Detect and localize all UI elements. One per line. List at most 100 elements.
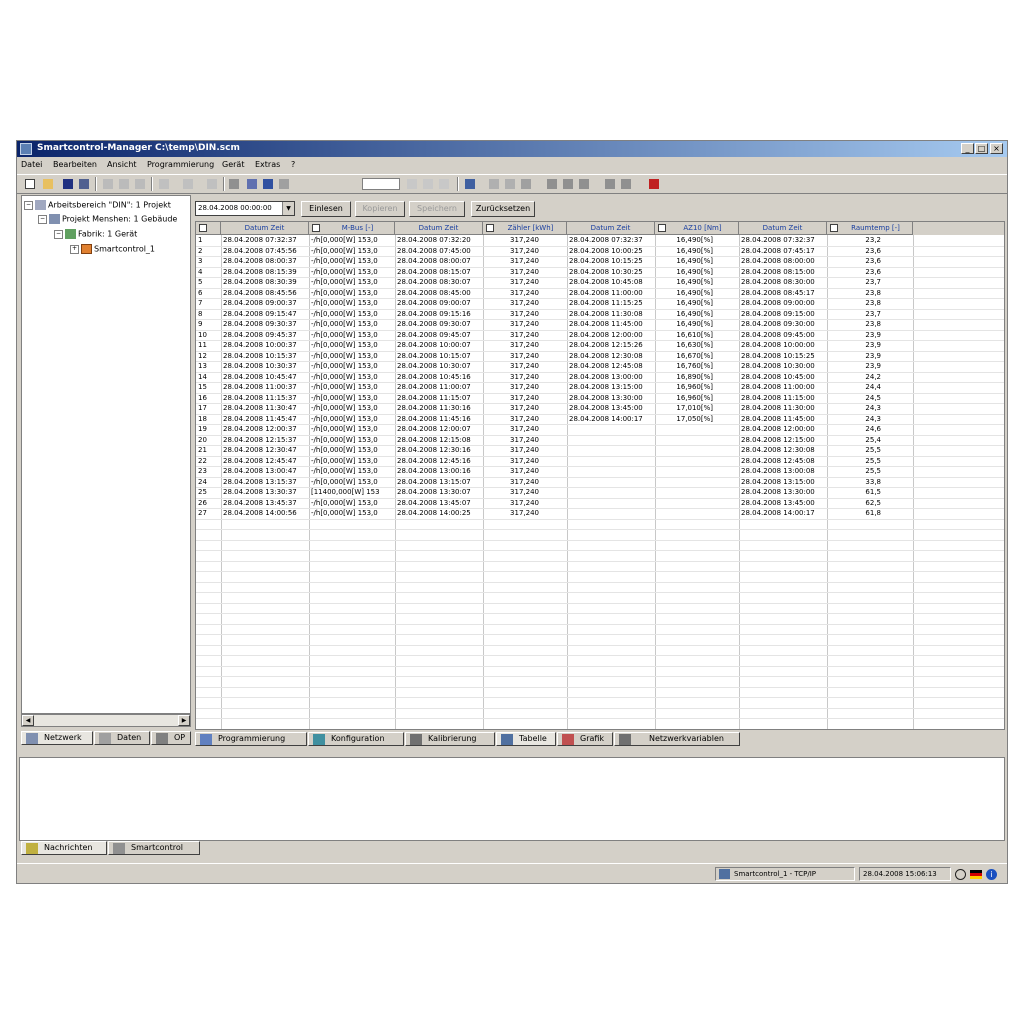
chevron-down-icon[interactable]: ▼ [282,202,294,215]
scroll-left-icon[interactable]: ◀ [22,715,34,726]
checkbox[interactable] [486,224,494,232]
save-button[interactable]: Speichern [409,201,465,217]
menu-ansicht[interactable]: Ansicht [107,160,137,169]
header-mbus[interactable]: M-Bus [-] [309,222,395,235]
table-row[interactable]: 12 28.04.2008 10:15:37 -/h[0,000[W] 153,0 2… [196,351,1004,362]
window-icon[interactable] [487,177,501,191]
table-row[interactable]: 22 28.04.2008 12:45:47 -/h[0,000[W] 153,0 2… [196,456,1004,467]
table-row[interactable]: 17 28.04.2008 11:30:47 -/h[0,000[W] 153,0 2… [196,403,1004,414]
table-row[interactable]: 20 28.04.2008 12:15:37 -/h[0,000[W] 153,0 2… [196,435,1004,446]
table-row[interactable]: 5 28.04.2008 08:30:39 -/h[0,000[W] 153,0 28… [196,277,1004,288]
table-row[interactable]: 9 28.04.2008 09:30:37 -/h[0,000[W] 153,0 28… [196,319,1004,330]
checkbox[interactable] [199,224,207,232]
checkbox[interactable] [658,224,666,232]
header-datum-zeit-1[interactable]: Datum Zeit [221,222,309,235]
undo-icon[interactable] [157,177,171,191]
menu-extras[interactable]: Extras [255,160,280,169]
menu-help[interactable]: ? [291,160,295,169]
upload-icon[interactable] [619,177,633,191]
sort-icon[interactable] [245,177,259,191]
tab-kalibrierung[interactable]: Kalibrierung [405,732,495,746]
tree-node-device[interactable]: + Smartcontrol_1 [70,244,155,254]
table-row[interactable]: 1 28.04.2008 07:32:37 -/h[0,000[W] 153,0 28… [196,235,1004,246]
table-row[interactable]: 19 28.04.2008 12:00:37 -/h[0,000[W] 153,0 2… [196,424,1004,435]
stop-icon[interactable] [647,177,661,191]
reset-button[interactable]: Zurücksetzen [471,201,535,217]
table-row[interactable]: 6 28.04.2008 08:45:56 -/h[0,000[W] 153,0 28… [196,288,1004,299]
header-zaehler[interactable]: Zähler [kWh] [483,222,567,235]
clock-icon[interactable] [955,869,966,880]
table-row[interactable]: 21 28.04.2008 12:30:47 -/h[0,000[W] 153,0 2… [196,445,1004,456]
tab-smartcontrol[interactable]: Smartcontrol [108,841,200,855]
data-table[interactable]: Datum Zeit M-Bus [-] Datum Zeit Zähler [… [195,221,1005,730]
table-row[interactable]: 13 28.04.2008 10:30:37 -/h[0,000[W] 153,0 2… [196,361,1004,372]
title-bar[interactable]: Smartcontrol-Manager C:\temp\DIN.scm _ □… [17,141,1007,157]
tree-node-workspace[interactable]: − Arbeitsbereich "DIN": 1 Projekt [24,200,171,210]
collapse-icon[interactable]: − [24,200,33,210]
copy-icon[interactable] [117,177,131,191]
save-icon[interactable] [61,177,75,191]
menu-geraet[interactable]: Gerät [222,160,244,169]
table-row[interactable]: 11 28.04.2008 10:00:37 -/h[0,000[W] 153,0 2… [196,340,1004,351]
header-datum-zeit-3[interactable]: Datum Zeit [567,222,655,235]
paste-icon[interactable] [133,177,147,191]
message-pane[interactable] [19,757,1005,841]
compare-icon[interactable] [577,177,591,191]
zoom-fit-icon[interactable] [437,177,451,191]
transfer-icon[interactable] [561,177,575,191]
collapse-icon[interactable]: − [54,229,63,239]
header-az10[interactable]: AZ10 [Nm] [655,222,739,235]
tab-programmierung[interactable]: Programmierung [195,732,307,746]
find-icon[interactable] [227,177,241,191]
tab-grafik[interactable]: Grafik [557,732,613,746]
table-row[interactable]: 7 28.04.2008 09:00:37 -/h[0,000[W] 153,0 28… [196,298,1004,309]
expand-icon[interactable]: + [70,244,79,254]
print-icon[interactable] [463,177,477,191]
table-row[interactable]: 23 28.04.2008 13:00:47 -/h[0,000[W] 153,0 2… [196,466,1004,477]
maximize-button[interactable]: □ [975,143,988,154]
scroll-right-icon[interactable]: ▶ [178,715,190,726]
cut-icon[interactable] [101,177,115,191]
tree-node-factory[interactable]: − Fabrik: 1 Gerät [54,229,137,239]
table-row[interactable]: 8 28.04.2008 09:15:47 -/h[0,000[W] 153,0 28… [196,309,1004,320]
table-row[interactable]: 27 28.04.2008 14:00:56 -/h[0,000[W] 153,0 2… [196,508,1004,519]
close-button[interactable]: × [990,143,1003,154]
menu-bearbeiten[interactable]: Bearbeiten [53,160,97,169]
star-icon[interactable] [519,177,533,191]
tree-hscrollbar[interactable]: ◀ ▶ [21,714,191,727]
monitor-icon[interactable] [545,177,559,191]
table-row[interactable]: 2 28.04.2008 07:45:56 -/h[0,000[W] 153,0 28… [196,246,1004,257]
project-tree[interactable]: − Arbeitsbereich "DIN": 1 Projekt − Projek… [21,195,191,714]
table-row[interactable]: 25 28.04.2008 13:30:37 [11400,000[W] 153 28… [196,487,1004,498]
tab-nachrichten[interactable]: Nachrichten [21,841,107,855]
tab-konfiguration[interactable]: Konfiguration [308,732,404,746]
zoom-combo[interactable] [362,178,400,190]
table-row[interactable]: 10 28.04.2008 09:45:37 -/h[0,000[W] 153,0 2… [196,330,1004,341]
german-flag-icon[interactable] [970,870,982,879]
header-datum-zeit-2[interactable]: Datum Zeit [395,222,483,235]
network-icon[interactable] [261,177,275,191]
tab-op[interactable]: OP [151,731,191,745]
info-icon[interactable]: i [986,869,997,880]
table-row[interactable]: 26 28.04.2008 13:45:37 -/h[0,000[W] 153,0 2… [196,498,1004,509]
zoom-in-icon[interactable] [405,177,419,191]
tree-node-project[interactable]: − Projekt Menshen: 1 Gebäude [38,214,177,224]
table-row[interactable]: 15 28.04.2008 11:00:37 -/h[0,000[W] 153,0 2… [196,382,1004,393]
grid-icon[interactable] [503,177,517,191]
header-select-all[interactable] [196,222,221,235]
menu-datei[interactable]: Datei [21,160,42,169]
read-button[interactable]: Einlesen [301,201,351,217]
table-row[interactable]: 24 28.04.2008 13:15:37 -/h[0,000[W] 153,0 2… [196,477,1004,488]
tab-netzwerkvariablen[interactable]: Netzwerkvariablen [614,732,740,746]
date-select[interactable]: 28.04.2008 00:00:00 ▼ [195,201,295,216]
redo-icon[interactable] [181,177,195,191]
table-row[interactable]: 16 28.04.2008 11:15:37 -/h[0,000[W] 153,0 2… [196,393,1004,404]
checkbox[interactable] [312,224,320,232]
minimize-button[interactable]: _ [961,143,974,154]
table-row[interactable]: 14 28.04.2008 10:45:47 -/h[0,000[W] 153,0 2… [196,372,1004,383]
table-row[interactable]: 4 28.04.2008 08:15:39 -/h[0,000[W] 153,0 28… [196,267,1004,278]
table-row[interactable]: 18 28.04.2008 11:45:47 -/h[0,000[W] 153,0 2… [196,414,1004,425]
table-row[interactable]: 3 28.04.2008 08:00:37 -/h[0,000[W] 153,0 28… [196,256,1004,267]
tab-tabelle[interactable]: Tabelle [496,732,556,746]
header-datum-zeit-4[interactable]: Datum Zeit [739,222,827,235]
